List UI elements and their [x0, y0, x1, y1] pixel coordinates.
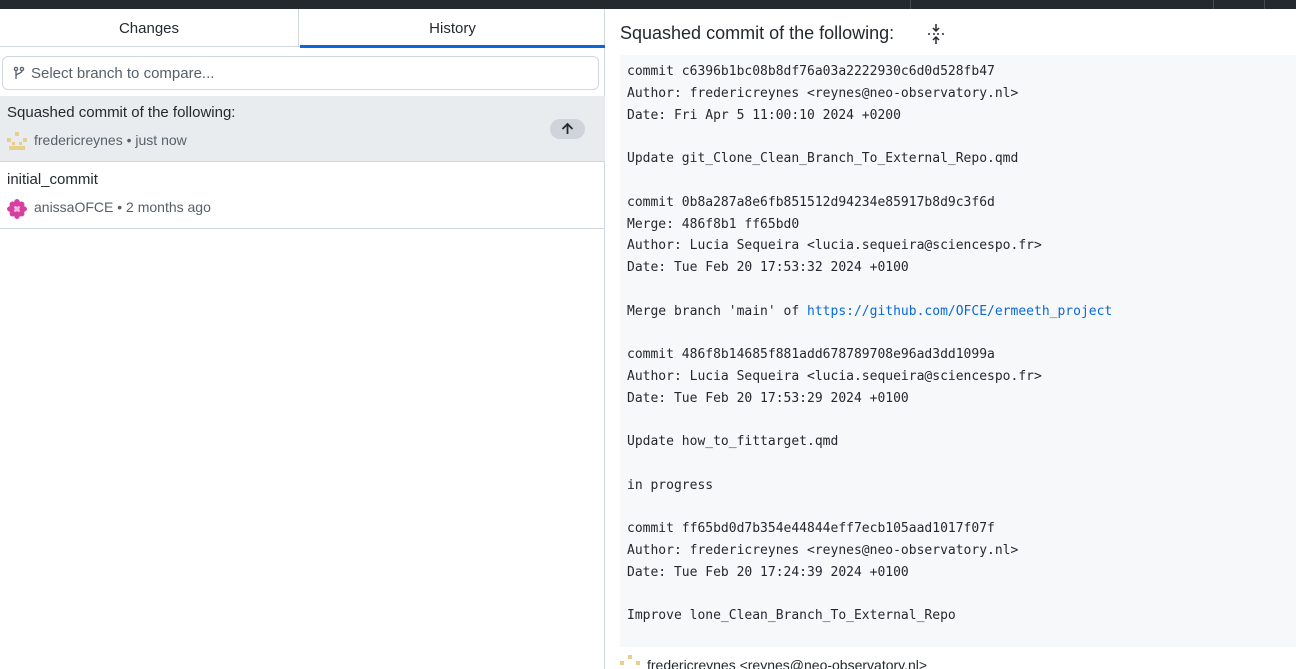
- commit-detail-pane: Squashed commit of the following: commit…: [606, 9, 1296, 669]
- active-tab-indicator: [300, 45, 605, 48]
- commit-meta: anissaOFCE • 2 months ago: [34, 199, 211, 215]
- expand-icon[interactable]: [925, 23, 947, 45]
- title-bar-divider: [1213, 0, 1214, 9]
- message-line: Update git_Clone_Clean_Branch_To_Externa…: [627, 151, 1019, 166]
- message-line: Merge: 486f8b1 ff65bd0: [627, 217, 800, 232]
- avatar: [7, 132, 27, 150]
- avatar: [7, 199, 27, 219]
- avatar: [620, 655, 640, 665]
- message-line: Date: Fri Apr 5 11:00:10 2024 +0200: [627, 108, 901, 123]
- commit-title: Squashed commit of the following:: [7, 104, 236, 121]
- message-line: Date: Tue Feb 20 17:53:29 2024 +0100: [627, 391, 909, 406]
- message-line: in progress: [627, 478, 714, 493]
- message-line: Merge branch 'main' of https://github.co…: [627, 304, 1112, 319]
- merge-text: Merge branch 'main' of: [627, 304, 808, 319]
- commit-title: initial_commit: [7, 171, 98, 188]
- meta-separator: •: [117, 199, 127, 215]
- message-line: Date: Tue Feb 20 17:24:39 2024 +0100: [627, 565, 909, 580]
- commit-author-name: fredericreynes <reynes@neo-observatory.n…: [647, 657, 928, 669]
- title-bar-divider: [910, 0, 911, 9]
- commit-list-item[interactable]: initial_commit anissaOFCE • 2 months ago: [0, 163, 605, 229]
- commit-list-item-selected[interactable]: Squashed commit of the following: freder…: [0, 96, 605, 162]
- commit-message-body: commit c6396b1bc08b8df76a03a2222930c6d0d…: [620, 55, 1296, 647]
- branch-compare-input[interactable]: Select branch to compare...: [2, 56, 599, 90]
- message-line: commit c6396b1bc08b8df76a03a2222930c6d0d…: [627, 64, 995, 79]
- message-line: Author: fredericreynes <reynes@neo-obser…: [627, 86, 1019, 101]
- commit-author: anissaOFCE: [34, 199, 114, 215]
- commit-time: 2 months ago: [126, 199, 211, 215]
- message-line: commit ff65bd0d7b354e44844eff7ecb105aad1…: [627, 521, 995, 536]
- message-line: commit 486f8b14685f881add678789708e96ad3…: [627, 347, 995, 362]
- title-bar: [0, 0, 1296, 9]
- merge-link[interactable]: https://github.com/OFCE/ermeeth_project: [807, 304, 1112, 319]
- arrow-up-icon: [561, 122, 574, 134]
- commit-summary-heading: Squashed commit of the following:: [620, 23, 895, 43]
- commit-meta: fredericreynes • just now: [34, 132, 187, 148]
- tab-changes[interactable]: Changes: [0, 9, 299, 47]
- commit-author: fredericreynes: [34, 132, 123, 148]
- message-line: commit 0b8a287a8e6fb851512d94234e85917b8…: [627, 195, 995, 210]
- message-line: Author: Lucia Sequeira <lucia.sequeira@s…: [627, 238, 1042, 253]
- tab-bar: Changes History: [0, 9, 605, 48]
- title-bar-divider: [1264, 0, 1265, 9]
- commit-time: just now: [135, 132, 187, 148]
- tab-history-label: History: [429, 20, 476, 37]
- branch-compare-placeholder: Select branch to compare...: [31, 65, 215, 82]
- tab-history[interactable]: History: [300, 9, 605, 48]
- message-line: Author: fredericreynes <reynes@neo-obser…: [627, 543, 1019, 558]
- message-line: Update how_to_fittarget.qmd: [627, 434, 839, 449]
- history-sidebar: Changes History Select branch to compare…: [0, 9, 605, 669]
- message-line: Date: Tue Feb 20 17:53:32 2024 +0100: [627, 260, 909, 275]
- unpushed-commit-badge: [550, 119, 585, 139]
- message-line: Author: Lucia Sequeira <lucia.sequeira@s…: [627, 369, 1042, 384]
- git-branch-icon: [13, 66, 25, 79]
- message-line: Improve lone_Clean_Branch_To_External_Re…: [627, 608, 956, 623]
